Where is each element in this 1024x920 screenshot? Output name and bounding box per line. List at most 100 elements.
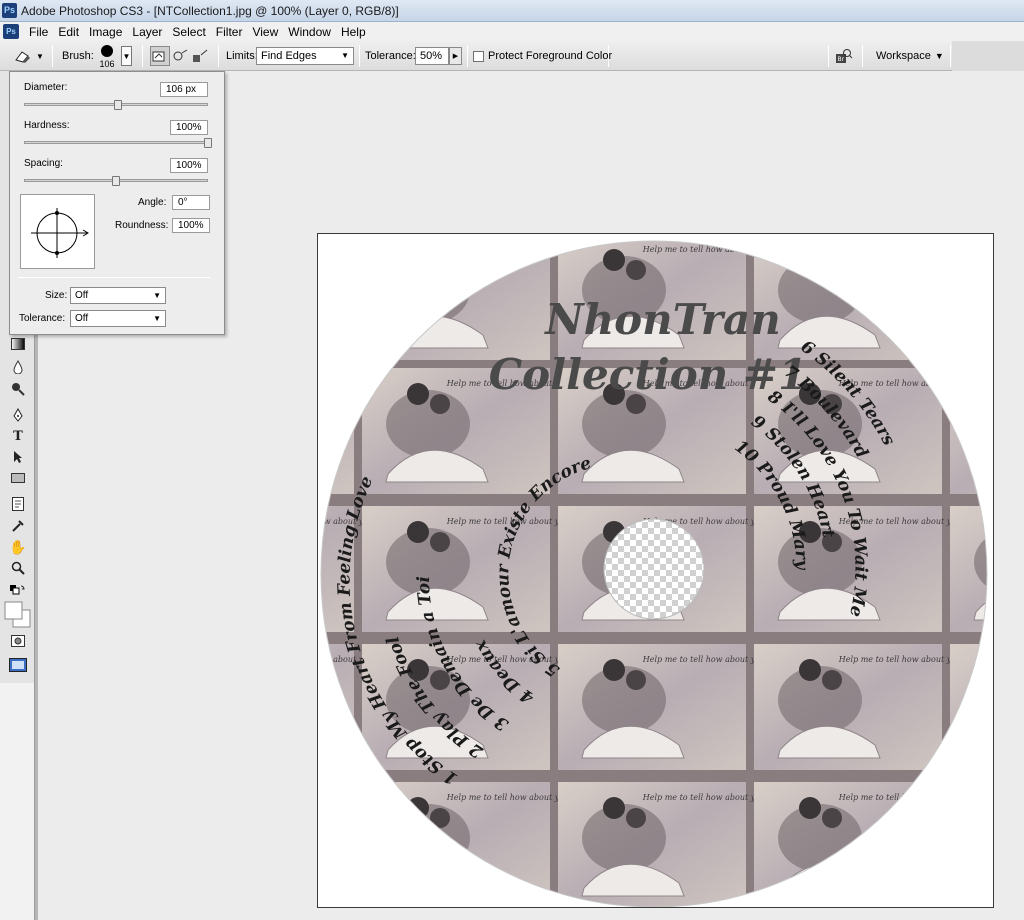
disc-title-line1: NhonTran — [543, 295, 781, 344]
gradient-tool-icon[interactable] — [8, 334, 28, 354]
photo-tile: Help me to tell how about you — [362, 241, 569, 360]
limits-label: Limits: — [226, 50, 258, 62]
notes-tool-icon[interactable] — [8, 494, 28, 514]
brush-label: Brush: — [62, 50, 94, 62]
sampling-continuous-icon — [152, 51, 165, 62]
sampling-background-swatch-button[interactable] — [190, 46, 210, 66]
tile-caption: Help me to tell how about you — [318, 245, 373, 254]
hardness-slider-thumb[interactable] — [204, 138, 212, 148]
menu-filter[interactable]: Filter — [211, 25, 248, 39]
angle-input[interactable]: 0° — [172, 195, 210, 210]
size-jitter-label: Size: — [45, 290, 68, 301]
menu-file[interactable]: File — [24, 25, 53, 39]
quick-mask-icon[interactable] — [8, 631, 28, 651]
disc-center-hole — [603, 518, 705, 620]
brush-settings-panel: Diameter: 106 px Hardness: 100% Spacing:… — [9, 71, 225, 335]
tolerance-input[interactable]: 50% — [415, 47, 449, 65]
menu-window[interactable]: Window — [283, 25, 336, 39]
photo-tile: Help me to tell how about you — [362, 506, 569, 632]
screen-mode-icon[interactable] — [8, 655, 28, 675]
brush-preview[interactable]: 106 — [96, 41, 118, 71]
tile-caption: Help me to tell how about you — [642, 655, 765, 664]
chevron-down-icon: ▼ — [153, 291, 161, 300]
bridge-button[interactable]: Br — [834, 46, 854, 66]
eyedropper-tool-icon[interactable] — [8, 516, 28, 536]
tile-caption: Help me to tell how about you — [318, 379, 373, 388]
path-selection-tool-icon[interactable] — [8, 447, 28, 467]
diameter-slider-thumb[interactable] — [113, 100, 122, 110]
tolerance-control-select[interactable]: Off ▼ — [70, 310, 166, 327]
menu-edit[interactable]: Edit — [53, 25, 84, 39]
workspace-label: Workspace — [876, 50, 931, 62]
menu-view[interactable]: View — [247, 25, 283, 39]
options-bar: ▼ Brush: 106 ▼ Limits: Find Edges ▼ Tole… — [0, 41, 952, 71]
tile-caption: Help me to tell how about you — [642, 245, 765, 254]
background-eraser-icon — [12, 46, 34, 66]
size-control-select[interactable]: Off ▼ — [70, 287, 166, 304]
photo-tile: Help me to tell how about you — [754, 241, 961, 360]
tool-preset-picker[interactable]: ▼ — [12, 41, 44, 71]
protect-foreground-checkbox[interactable] — [473, 50, 484, 62]
tolerance-control-value: Off — [75, 313, 89, 324]
photo-tile: Help me to tell how about you — [318, 241, 373, 360]
tile-caption: Help me to tell how about you — [446, 793, 569, 802]
brush-size-value: 106 — [99, 59, 115, 69]
hardness-slider[interactable] — [24, 141, 208, 144]
document-icon[interactable]: Ps — [3, 24, 19, 39]
tile-caption: Help me to tell how about you — [318, 793, 373, 802]
photoshop-app-icon: Ps — [2, 3, 17, 18]
photo-tile: Help me to tell how about you — [754, 782, 961, 907]
roundness-input[interactable]: 100% — [172, 218, 210, 233]
diameter-label: Diameter: — [24, 82, 68, 93]
menu-layer[interactable]: Layer — [127, 25, 167, 39]
rectangle-tool-icon[interactable] — [8, 468, 28, 488]
brush-angle-roundness-widget[interactable] — [20, 194, 95, 269]
photo-tile: Help me to tell how about you — [950, 644, 987, 770]
sampling-continuous-button[interactable] — [150, 46, 170, 66]
size-control-value: Off — [75, 290, 89, 301]
spacing-label: Spacing: — [24, 158, 63, 169]
chevron-down-icon: ▼ — [36, 51, 44, 61]
cd-label-artwork: Help me to tell how about youHelp me to … — [318, 240, 988, 907]
window-title: Adobe Photoshop CS3 - [NTCollection1.jpg… — [21, 4, 399, 18]
zoom-tool-icon[interactable] — [8, 558, 28, 578]
tile-caption: Help me to tell how about you — [838, 793, 961, 802]
photo-tile: Help me to tell how about you — [754, 644, 961, 770]
angle-label: Angle: — [138, 197, 167, 208]
menu-help[interactable]: Help — [336, 25, 371, 39]
tolerance-slider-button[interactable]: ▶ — [449, 47, 462, 65]
diameter-input[interactable]: 106 px — [160, 82, 208, 97]
photo-tile: Help me to tell how about you — [362, 782, 569, 907]
dodge-tool-icon[interactable] — [8, 379, 28, 399]
hardness-label: Hardness: — [24, 120, 70, 131]
color-swatches[interactable] — [4, 601, 32, 629]
photo-tile: Help me to tell how about you — [558, 782, 765, 907]
tile-caption: Help me to tell how about you — [838, 655, 961, 664]
tolerance-control-label: Tolerance: — [19, 313, 66, 324]
svg-text:Br: Br — [838, 56, 845, 63]
hand-tool-icon[interactable]: ✋ — [8, 537, 28, 557]
bridge-search-icon: Br — [836, 49, 853, 63]
workspace-button[interactable]: Workspace ▼ — [876, 50, 944, 62]
limits-select[interactable]: Find Edges ▼ — [256, 47, 354, 65]
spacing-slider-thumb[interactable] — [112, 176, 120, 186]
menu-image[interactable]: Image — [84, 25, 127, 39]
tile-caption: Help me to tell how about you — [446, 245, 569, 254]
type-tool-icon[interactable]: T — [8, 426, 28, 446]
sampling-once-button[interactable] — [170, 46, 190, 66]
chevron-down-icon: ▼ — [153, 314, 161, 323]
hardness-input[interactable]: 100% — [170, 120, 208, 135]
protect-foreground-toggle[interactable]: Protect Foreground Color — [473, 41, 612, 71]
protect-foreground-label: Protect Foreground Color — [488, 50, 613, 62]
spacing-input[interactable]: 100% — [170, 158, 208, 173]
brush-picker-dropdown[interactable]: ▼ — [121, 46, 132, 66]
blur-tool-icon[interactable] — [8, 357, 28, 377]
photo-tile: Help me to tell how about you — [950, 241, 987, 360]
pen-tool-icon[interactable] — [8, 405, 28, 425]
document-canvas[interactable]: Help me to tell how about youHelp me to … — [317, 233, 994, 908]
disc-title-line2: Collection #1 — [489, 350, 808, 399]
photo-tile: Help me to tell how about you — [950, 782, 987, 907]
menu-select[interactable]: Select — [167, 25, 210, 39]
limits-value: Find Edges — [261, 50, 317, 62]
default-colors-icon[interactable] — [8, 579, 28, 599]
